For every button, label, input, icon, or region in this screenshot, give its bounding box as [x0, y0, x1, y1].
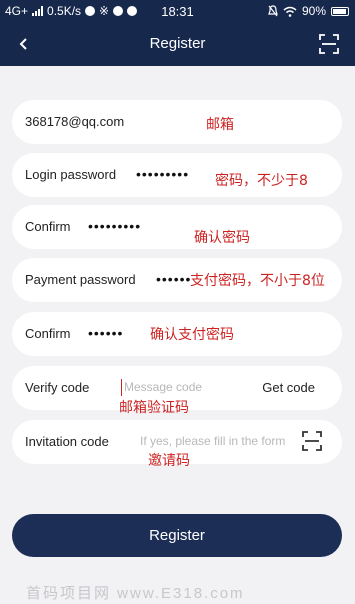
- battery-icon: [331, 6, 349, 16]
- status-right: 90%: [268, 4, 349, 18]
- payment-password-input[interactable]: ••••••: [156, 271, 191, 287]
- verify-code-annotation: 邮箱验证码: [119, 400, 189, 416]
- get-code-button[interactable]: Get code: [262, 380, 315, 395]
- invitation-code-input[interactable]: If yes, please fill in the form: [140, 434, 285, 448]
- login-password-annotation: 密码，不少于8: [215, 173, 308, 189]
- email-field[interactable]: 368178@qq.com: [12, 100, 342, 144]
- bell-muted-icon: [268, 5, 278, 17]
- login-password-input[interactable]: •••••••••: [136, 166, 189, 182]
- login-password-label: Login password: [25, 167, 117, 182]
- battery-percent: 90%: [301, 4, 326, 18]
- payment-password-annotation: 支付密码，不小于8位: [190, 273, 325, 289]
- scan-code-icon[interactable]: [300, 429, 324, 453]
- confirm-password-annotation: 确认密码: [194, 230, 250, 246]
- invitation-code-annotation: 邀请码: [148, 453, 190, 469]
- email-value[interactable]: 368178@qq.com: [25, 114, 124, 129]
- verify-code-label: Verify code: [25, 380, 90, 395]
- payment-password-label: Payment password: [25, 272, 136, 287]
- confirm-password-input[interactable]: •••••••••: [88, 218, 141, 234]
- confirm-password-field[interactable]: Confirm •••••••••: [12, 205, 342, 249]
- register-button[interactable]: Register: [12, 514, 342, 557]
- verify-code-input[interactable]: Message code: [124, 380, 202, 394]
- invitation-code-label: Invitation code: [25, 434, 109, 449]
- confirm-payment-annotation: 确认支付密码: [150, 327, 234, 343]
- nav-bar: Register: [0, 22, 355, 66]
- email-annotation: 邮箱: [206, 117, 234, 133]
- wifi-icon: [283, 6, 297, 17]
- status-bar: 4G+ 0.5K/s ※ 18:31 90%: [0, 0, 355, 22]
- confirm-payment-input[interactable]: ••••••: [88, 325, 123, 341]
- page-title: Register: [149, 35, 206, 52]
- text-cursor: [121, 379, 122, 396]
- scan-icon[interactable]: [317, 32, 341, 56]
- confirm-password-label: Confirm: [25, 219, 71, 234]
- confirm-payment-label: Confirm: [25, 326, 71, 341]
- watermark: 首码项目网 www.E318.com: [26, 585, 245, 602]
